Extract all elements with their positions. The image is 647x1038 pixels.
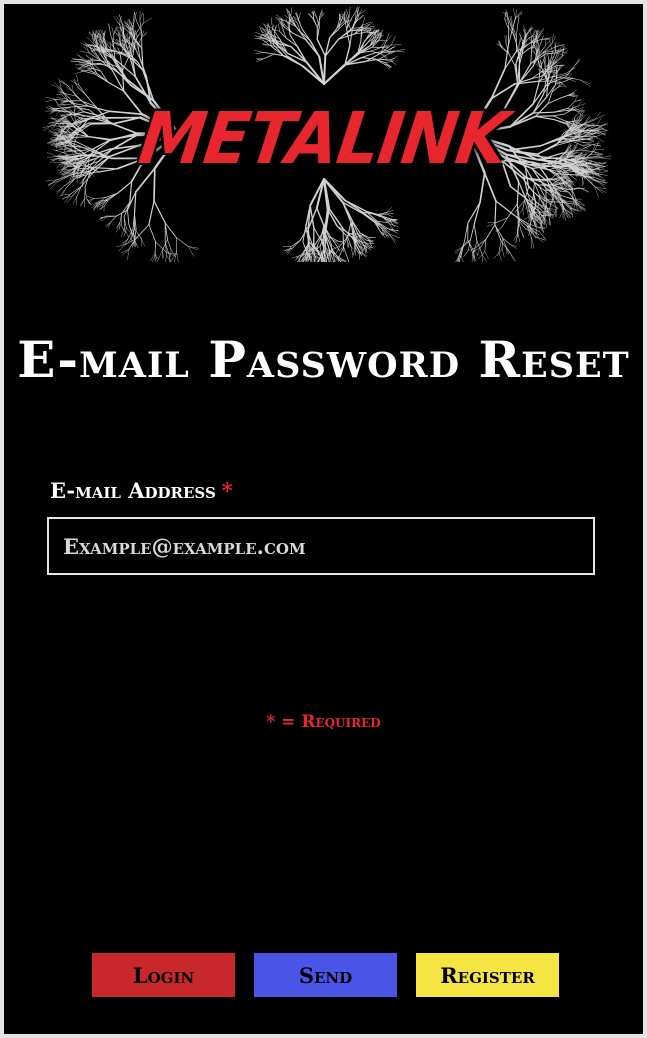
login-button[interactable]: Login [92,953,235,997]
email-field-label: E-mail Address * [50,478,233,503]
header-banner: METALINK [4,4,643,262]
required-star: * [221,478,233,503]
register-button[interactable]: Register [416,953,559,997]
site-logo: METALINK [134,96,513,181]
required-note: * = Required [266,712,381,732]
page-title: E-mail Password Reset [17,330,630,389]
page-frame: METALINK E-mail Password Reset E-mail Ad… [4,4,643,1034]
email-label-text: E-mail Address [50,478,216,503]
send-button[interactable]: Send [254,953,397,997]
email-field[interactable] [47,517,595,575]
